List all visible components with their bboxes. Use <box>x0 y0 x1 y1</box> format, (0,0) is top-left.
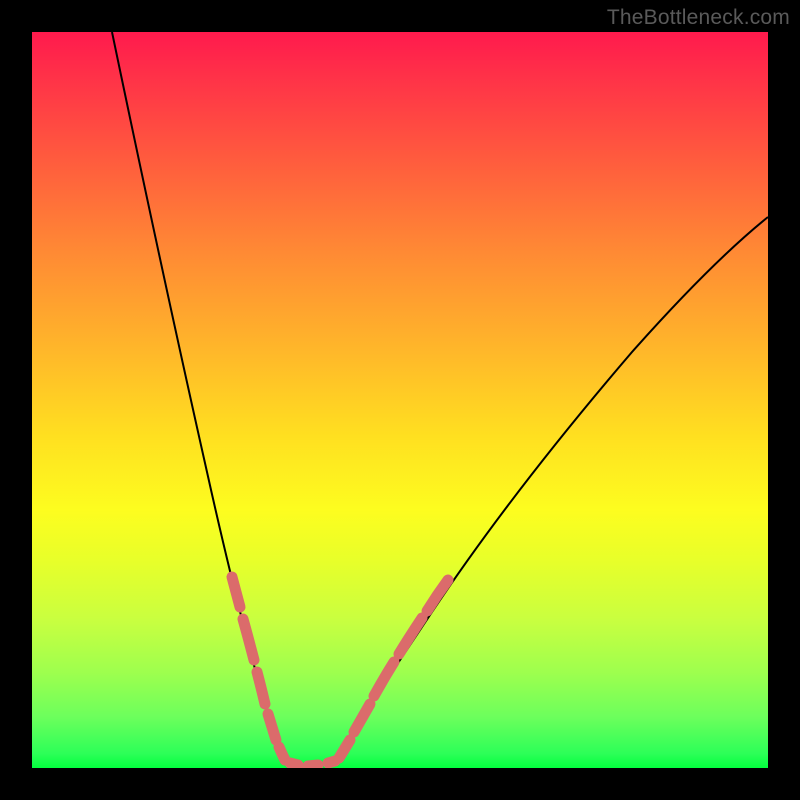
pink-overlay-right <box>339 580 448 758</box>
right-curve <box>332 217 768 762</box>
pink-overlay-left <box>232 577 285 760</box>
outer-frame: TheBottleneck.com <box>0 0 800 800</box>
watermark-text: TheBottleneck.com <box>607 6 790 30</box>
left-curve <box>112 32 287 762</box>
curve-svg <box>32 32 768 768</box>
pink-overlay-bottom <box>290 761 335 766</box>
plot-area <box>32 32 768 768</box>
